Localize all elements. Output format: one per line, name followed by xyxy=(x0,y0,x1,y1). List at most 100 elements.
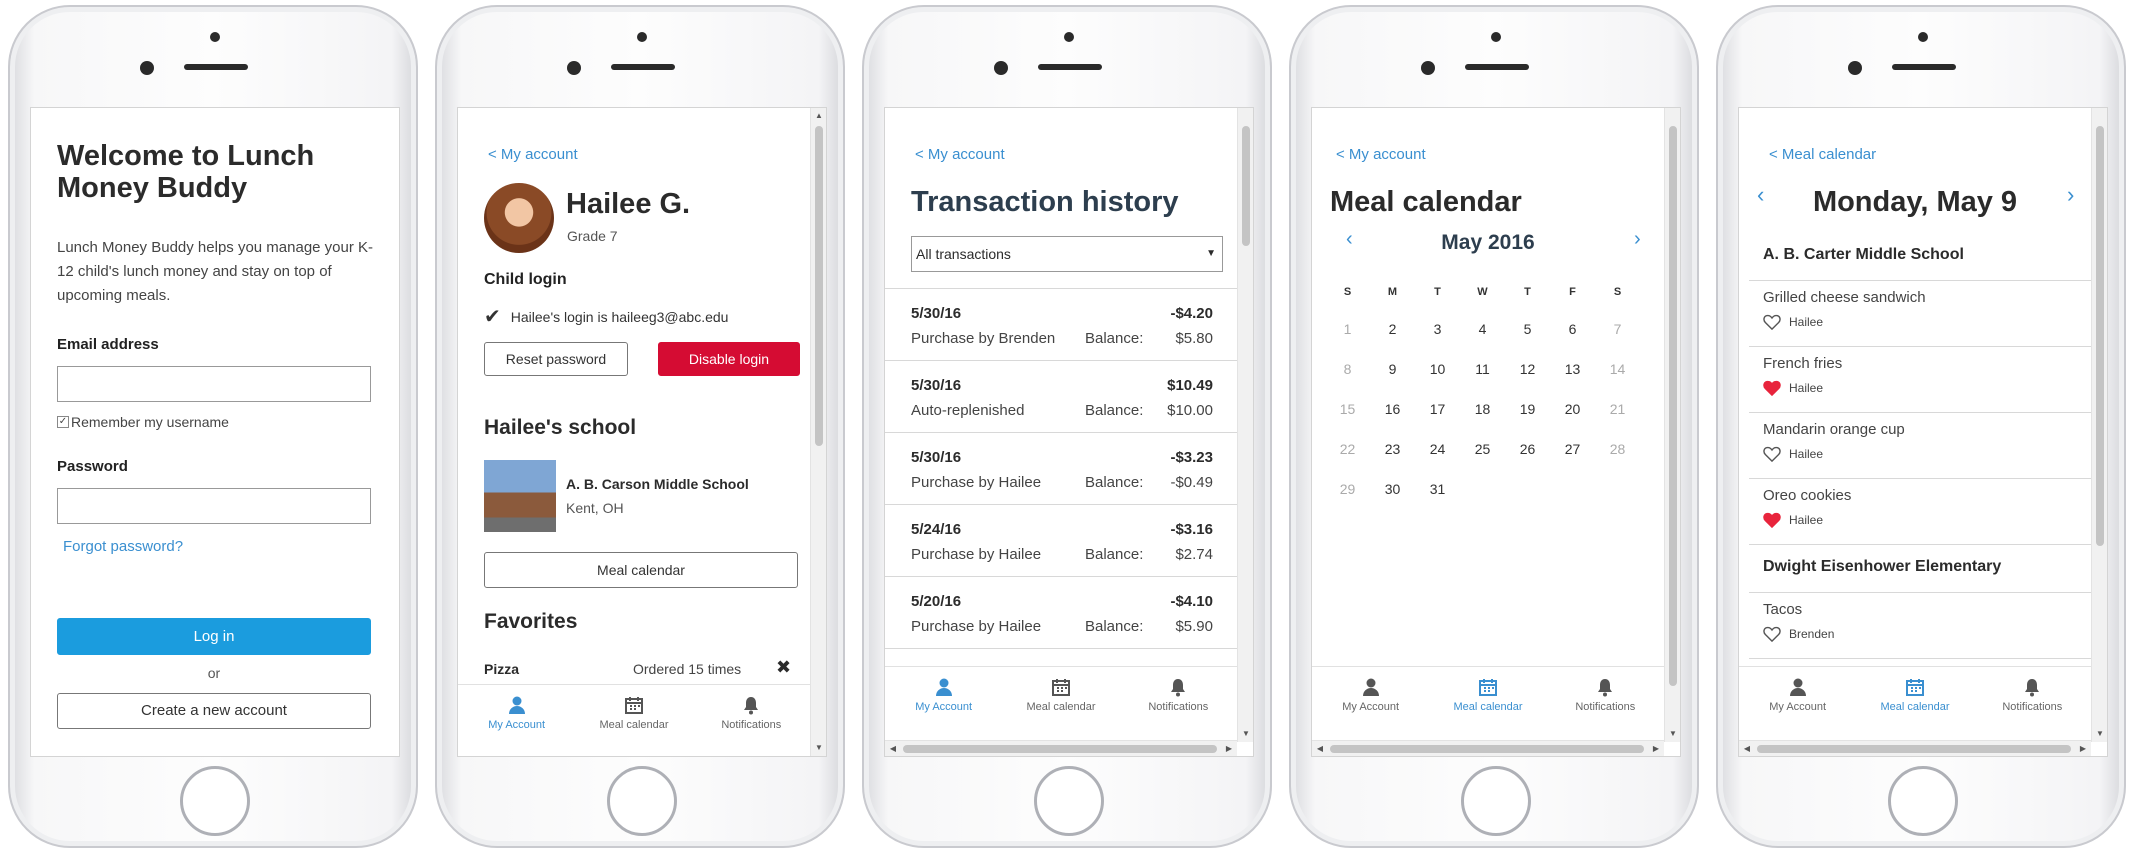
scroll-thumb[interactable] xyxy=(1330,745,1644,753)
vertical-scrollbar[interactable]: ▼ xyxy=(2091,108,2107,742)
scroll-down-arrow[interactable]: ▼ xyxy=(811,742,826,754)
scroll-down-arrow[interactable]: ▼ xyxy=(1665,728,1680,740)
calendar-day[interactable]: 30 xyxy=(1370,481,1415,497)
calendar-day[interactable]: 31 xyxy=(1415,481,1460,497)
scroll-thumb[interactable] xyxy=(815,126,823,446)
calendar-day[interactable]: 29 xyxy=(1325,481,1370,497)
transaction-row[interactable]: 5/30/16 -$3.23 Purchase by Hailee Balance: -… xyxy=(885,432,1237,504)
menu-item[interactable]: Mandarin orange cup Hailee xyxy=(1749,412,2094,478)
tab-notifications[interactable]: Notifications xyxy=(1977,677,2087,713)
calendar-day[interactable]: 26 xyxy=(1505,441,1550,457)
calendar-day[interactable]: 17 xyxy=(1415,401,1460,417)
tab-meal-calendar[interactable]: Meal calendar xyxy=(579,695,689,731)
horizontal-scrollbar[interactable]: ◀ ▶ xyxy=(885,740,1237,756)
home-button[interactable] xyxy=(1461,766,1531,836)
password-field[interactable] xyxy=(57,488,371,524)
calendar-day[interactable]: 5 xyxy=(1505,321,1550,337)
scroll-left-arrow[interactable]: ◀ xyxy=(887,741,899,756)
menu-item[interactable]: Tacos Brenden xyxy=(1749,592,2094,658)
calendar-day[interactable]: 15 xyxy=(1325,401,1370,417)
reset-password-button[interactable]: Reset password xyxy=(484,342,628,376)
scroll-right-arrow[interactable]: ▶ xyxy=(2077,741,2089,756)
scroll-left-arrow[interactable]: ◀ xyxy=(1741,741,1753,756)
next-month-icon[interactable]: › xyxy=(1634,228,1641,251)
calendar-day[interactable]: 8 xyxy=(1325,361,1370,377)
calendar-day[interactable]: 18 xyxy=(1460,401,1505,417)
calendar-day[interactable]: 6 xyxy=(1550,321,1595,337)
calendar-day[interactable]: 28 xyxy=(1595,441,1640,457)
scroll-right-arrow[interactable]: ▶ xyxy=(1223,741,1235,756)
scroll-thumb[interactable] xyxy=(1242,126,1250,246)
scroll-thumb[interactable] xyxy=(2096,126,2104,546)
heart-icon[interactable] xyxy=(1763,446,1781,462)
calendar-day[interactable]: 11 xyxy=(1460,361,1505,377)
scroll-right-arrow[interactable]: ▶ xyxy=(1650,741,1662,756)
scroll-down-arrow[interactable]: ▼ xyxy=(1238,728,1253,740)
email-field[interactable] xyxy=(57,366,371,402)
transaction-row[interactable]: 5/30/16 -$4.20 Purchase by Brenden Balance:… xyxy=(885,288,1237,360)
calendar-day[interactable]: 9 xyxy=(1370,361,1415,377)
home-button[interactable] xyxy=(1888,766,1958,836)
tab-notifications[interactable]: Notifications xyxy=(1123,677,1233,713)
tab-my-account[interactable]: My Account xyxy=(1316,677,1426,713)
scroll-down-arrow[interactable]: ▼ xyxy=(2092,728,2107,740)
back-link[interactable]: < Meal calendar xyxy=(1769,146,1876,163)
heart-icon[interactable] xyxy=(1763,380,1781,396)
calendar-day[interactable]: 1 xyxy=(1325,321,1370,337)
transaction-row[interactable]: 5/20/16 -$4.10 Purchase by Hailee Balance: $… xyxy=(885,576,1237,648)
calendar-day[interactable]: 4 xyxy=(1460,321,1505,337)
menu-item[interactable]: Oreo cookies Hailee xyxy=(1749,478,2094,544)
scroll-thumb[interactable] xyxy=(1669,126,1677,686)
home-button[interactable] xyxy=(607,766,677,836)
calendar-day[interactable]: 3 xyxy=(1415,321,1460,337)
transaction-row[interactable]: 5/30/16 $10.49 Auto-replenished Balance: $10… xyxy=(885,360,1237,432)
scroll-left-arrow[interactable]: ◀ xyxy=(1314,741,1326,756)
scroll-thumb[interactable] xyxy=(903,745,1217,753)
calendar-day[interactable]: 19 xyxy=(1505,401,1550,417)
heart-icon[interactable] xyxy=(1763,314,1781,330)
disable-login-button[interactable]: Disable login xyxy=(658,342,800,376)
remember-checkbox[interactable]: ✓ xyxy=(57,416,69,428)
menu-item[interactable]: French fries Hailee xyxy=(1749,346,2094,412)
scroll-thumb[interactable] xyxy=(1757,745,2071,753)
calendar-day[interactable]: 13 xyxy=(1550,361,1595,377)
tab-meal-calendar[interactable]: Meal calendar xyxy=(1433,677,1543,713)
calendar-day[interactable]: 16 xyxy=(1370,401,1415,417)
tab-meal-calendar[interactable]: Meal calendar xyxy=(1006,677,1116,713)
back-link[interactable]: < My account xyxy=(1336,146,1426,163)
login-button[interactable]: Log in xyxy=(57,618,371,655)
transaction-filter-select[interactable]: All transactions ▼ xyxy=(911,236,1223,272)
calendar-day[interactable]: 7 xyxy=(1595,321,1640,337)
calendar-day[interactable]: 21 xyxy=(1595,401,1640,417)
tab-meal-calendar[interactable]: Meal calendar xyxy=(1860,677,1970,713)
menu-item[interactable]: Grilled cheese sandwich Hailee xyxy=(1749,280,2094,346)
back-link[interactable]: < My account xyxy=(915,146,1005,163)
calendar-day[interactable]: 24 xyxy=(1415,441,1460,457)
vertical-scrollbar[interactable]: ▼ xyxy=(1237,108,1253,742)
heart-icon[interactable] xyxy=(1763,512,1781,528)
calendar-day[interactable]: 20 xyxy=(1550,401,1595,417)
tab-my-account[interactable]: My Account xyxy=(1743,677,1853,713)
meal-calendar-button[interactable]: Meal calendar xyxy=(484,552,798,588)
calendar-day[interactable]: 2 xyxy=(1370,321,1415,337)
home-button[interactable] xyxy=(1034,766,1104,836)
vertical-scrollbar[interactable]: ▼ xyxy=(1664,108,1680,742)
back-link[interactable]: < My account xyxy=(488,146,578,163)
calendar-day[interactable]: 14 xyxy=(1595,361,1640,377)
scroll-up-arrow[interactable]: ▲ xyxy=(811,110,826,122)
calendar-day[interactable]: 10 xyxy=(1415,361,1460,377)
calendar-day[interactable]: 25 xyxy=(1460,441,1505,457)
horizontal-scrollbar[interactable]: ◀ ▶ xyxy=(1312,740,1664,756)
vertical-scrollbar[interactable]: ▲ ▼ xyxy=(810,108,826,756)
horizontal-scrollbar[interactable]: ◀ ▶ xyxy=(1739,740,2091,756)
transaction-row[interactable]: 5/24/16 -$3.16 Purchase by Hailee Balance: $… xyxy=(885,504,1237,576)
calendar-day[interactable]: 12 xyxy=(1505,361,1550,377)
calendar-day[interactable]: 23 xyxy=(1370,441,1415,457)
calendar-day[interactable]: 22 xyxy=(1325,441,1370,457)
create-account-button[interactable]: Create a new account xyxy=(57,693,371,729)
calendar-day[interactable]: 27 xyxy=(1550,441,1595,457)
tab-my-account[interactable]: My Account xyxy=(889,677,999,713)
tab-notifications[interactable]: Notifications xyxy=(696,695,806,731)
home-button[interactable] xyxy=(180,766,250,836)
tab-my-account[interactable]: My Account xyxy=(462,695,572,731)
